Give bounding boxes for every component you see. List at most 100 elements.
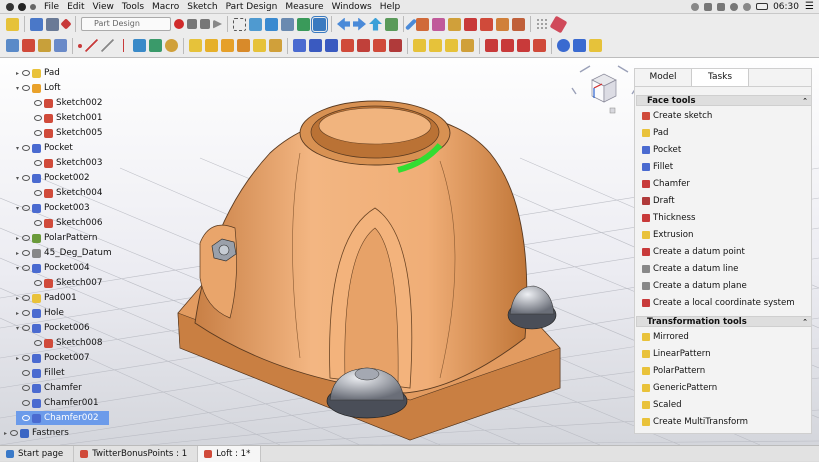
chamfer-icon[interactable]: [501, 39, 514, 52]
visibility-eye-icon[interactable]: [22, 265, 30, 271]
visibility-eye-icon[interactable]: [22, 415, 30, 421]
axis-cross-icon[interactable]: [60, 18, 72, 30]
tree-item[interactable]: ▾ Pocket003: [16, 201, 90, 215]
monitor-icon[interactable]: [717, 2, 726, 11]
new-body-icon[interactable]: [6, 39, 19, 52]
app-status-icon[interactable]: [704, 2, 713, 11]
bounding-box-icon[interactable]: [281, 17, 294, 31]
std-views-icon[interactable]: [297, 17, 310, 31]
tree-item[interactable]: Sketch006: [28, 216, 102, 230]
additive-pipe-icon[interactable]: [237, 39, 250, 52]
visibility-eye-icon[interactable]: [34, 190, 42, 196]
tree-item[interactable]: ▸ 45_Deg_Datum: [16, 246, 112, 260]
draft-icon[interactable]: [517, 39, 530, 52]
visibility-eye-icon[interactable]: [22, 250, 30, 256]
tree-item[interactable]: ▾ Pocket: [16, 141, 73, 155]
open-file-icon[interactable]: [30, 17, 43, 31]
whatsthis-icon[interactable]: [549, 15, 568, 33]
tab-model[interactable]: Model: [635, 69, 691, 86]
visibility-eye-icon[interactable]: [22, 70, 30, 76]
multitransform-icon[interactable]: [461, 39, 474, 52]
boolean-icon[interactable]: [557, 39, 570, 52]
tab-tasks[interactable]: Tasks: [691, 69, 749, 86]
navigation-cube[interactable]: [571, 65, 637, 114]
tree-item[interactable]: ▸ Pad: [16, 66, 60, 80]
visibility-eye-icon[interactable]: [34, 280, 42, 286]
datum-line-icon[interactable]: [85, 39, 98, 52]
visibility-eye-icon[interactable]: [34, 115, 42, 121]
tree-item[interactable]: Sketch003: [28, 156, 102, 170]
tree-item[interactable]: Sketch004: [28, 186, 102, 200]
tree-item[interactable]: Sketch008: [28, 336, 102, 350]
clock[interactable]: 06:30: [773, 2, 799, 12]
menu-help[interactable]: Help: [376, 0, 405, 14]
up-arrow-icon[interactable]: [369, 17, 382, 31]
helper-icon[interactable]: [165, 39, 178, 52]
app-logo-icon[interactable]: [6, 2, 14, 11]
pad-icon[interactable]: [189, 39, 202, 52]
linear-pattern-icon[interactable]: [429, 39, 442, 52]
measure-delta-icon[interactable]: [512, 17, 525, 31]
box-select-icon[interactable]: [233, 17, 246, 31]
user-icon[interactable]: [730, 2, 739, 11]
fillet-icon[interactable]: [485, 39, 498, 52]
menu-tools[interactable]: Tools: [118, 0, 148, 14]
task-item[interactable]: GenericPattern: [642, 381, 717, 395]
tree-item[interactable]: ▾ Loft: [16, 81, 61, 95]
visibility-eye-icon[interactable]: [22, 85, 30, 91]
task-item[interactable]: Chamfer: [642, 177, 690, 191]
task-item[interactable]: Fillet: [642, 160, 673, 174]
measure-angular-icon[interactable]: [432, 17, 445, 31]
view-cube-icon[interactable]: [249, 17, 262, 31]
task-item[interactable]: Pad: [642, 126, 669, 140]
local-cs-icon[interactable]: [117, 39, 130, 52]
refresh-icon[interactable]: [385, 17, 398, 31]
tree-item[interactable]: ▾ Pocket004: [16, 261, 90, 275]
visibility-eye-icon[interactable]: [34, 220, 42, 226]
sprocket-icon[interactable]: [589, 39, 602, 52]
tree-item[interactable]: ▸ Fastners: [4, 426, 69, 440]
visibility-eye-icon[interactable]: [34, 160, 42, 166]
groove-icon[interactable]: [325, 39, 338, 52]
measure-toggle-icon[interactable]: [480, 17, 493, 31]
tree-item[interactable]: ▾ Pocket002: [16, 171, 90, 185]
tree-item[interactable]: Sketch005: [28, 126, 102, 140]
visibility-eye-icon[interactable]: [22, 325, 30, 331]
task-item[interactable]: Scaled: [642, 398, 682, 412]
subtractive-primitive-icon[interactable]: [389, 39, 402, 52]
tree-item[interactable]: ▾ Pocket006: [16, 321, 90, 335]
visibility-eye-icon[interactable]: [34, 340, 42, 346]
doc-tab[interactable]: Start page: [0, 445, 75, 462]
new-sketch-icon[interactable]: [22, 39, 35, 52]
doc-tab[interactable]: Loft : 1*: [198, 445, 262, 462]
macro-record-icon[interactable]: [174, 19, 184, 29]
save-icon[interactable]: [46, 17, 59, 31]
visibility-eye-icon[interactable]: [22, 205, 30, 211]
macro-editor-icon[interactable]: [200, 19, 210, 29]
visibility-eye-icon[interactable]: [10, 430, 18, 436]
macro-play-icon[interactable]: [213, 19, 222, 29]
menu-extras-icon[interactable]: ☰: [805, 1, 815, 12]
measure-refresh-icon[interactable]: [448, 17, 461, 31]
record-icon[interactable]: [18, 2, 26, 11]
polar-pattern-icon[interactable]: [445, 39, 458, 52]
mirrored-icon[interactable]: [413, 39, 426, 52]
hole-icon[interactable]: [309, 39, 322, 52]
workbench-selector[interactable]: Part Design: [81, 17, 171, 31]
visibility-eye-icon[interactable]: [34, 100, 42, 106]
doc-tab[interactable]: TwitterBonusPoints : 1: [74, 445, 199, 462]
task-item[interactable]: Create a datum point: [642, 245, 745, 259]
task-item[interactable]: Draft: [642, 194, 675, 208]
tree-item[interactable]: ▸ Hole: [16, 306, 64, 320]
collapse-chevron-icon[interactable]: ⌃: [802, 317, 808, 328]
datum-point-icon[interactable]: [78, 43, 82, 48]
revolution-icon[interactable]: [205, 39, 218, 52]
zoom-icon[interactable]: [311, 15, 328, 33]
task-item[interactable]: Create sketch: [642, 109, 712, 123]
tree-item[interactable]: ▸ PolarPattern: [16, 231, 97, 245]
task-item[interactable]: Create a local coordinate system: [642, 296, 795, 310]
menu-file[interactable]: File: [40, 0, 63, 14]
tree-item[interactable]: Sketch007: [28, 276, 102, 290]
visibility-eye-icon[interactable]: [22, 295, 30, 301]
visibility-eye-icon[interactable]: [22, 145, 30, 151]
